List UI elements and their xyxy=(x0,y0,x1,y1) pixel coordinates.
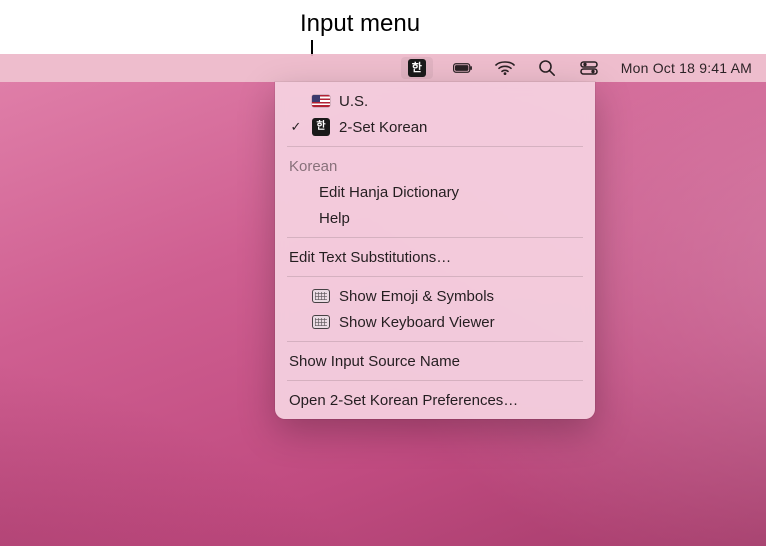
menu-separator xyxy=(287,237,583,238)
menu-separator xyxy=(287,341,583,342)
menu-separator xyxy=(287,146,583,147)
input-menu-icon[interactable]: 한 xyxy=(401,57,433,79)
keyboard-icon xyxy=(311,315,331,329)
menu-section-label: Korean xyxy=(289,158,579,175)
menu-item-label: U.S. xyxy=(339,93,579,110)
input-menu-dropdown: U.S. ✓ 한 2-Set Korean Korean Edit Hanja … xyxy=(275,82,595,419)
control-center-icon[interactable] xyxy=(579,58,599,78)
menubar-datetime[interactable]: Mon Oct 18 9:41 AM xyxy=(621,60,752,76)
menu-separator xyxy=(287,380,583,381)
menu-item-label: Open 2-Set Korean Preferences… xyxy=(289,392,579,409)
keyboard-icon xyxy=(311,289,331,303)
menu-item-text-substitutions[interactable]: Edit Text Substitutions… xyxy=(275,244,595,270)
menu-separator xyxy=(287,276,583,277)
menu-item-open-preferences[interactable]: Open 2-Set Korean Preferences… xyxy=(275,387,595,413)
wifi-icon[interactable] xyxy=(495,58,515,78)
han-icon: 한 xyxy=(408,59,426,77)
menu-section-header-korean: Korean xyxy=(275,153,595,179)
menu-item-label: Show Emoji & Symbols xyxy=(339,288,579,305)
menubar-right: 한 xyxy=(401,57,752,79)
menu-item-label: Edit Hanja Dictionary xyxy=(319,184,579,201)
input-source-us[interactable]: U.S. xyxy=(275,88,595,114)
checkmark-icon: ✓ xyxy=(289,119,303,135)
menu-item-label: 2-Set Korean xyxy=(339,119,579,136)
menu-item-show-input-source-name[interactable]: Show Input Source Name xyxy=(275,348,595,374)
input-source-2set-korean[interactable]: ✓ 한 2-Set Korean xyxy=(275,114,595,140)
menu-item-label: Show Keyboard Viewer xyxy=(339,314,579,331)
menu-item-help[interactable]: Help xyxy=(275,205,595,231)
menu-item-show-keyboard-viewer[interactable]: Show Keyboard Viewer xyxy=(275,309,595,335)
us-flag-icon xyxy=(311,95,331,107)
menu-item-label: Edit Text Substitutions… xyxy=(289,249,579,266)
menu-item-show-emoji-symbols[interactable]: Show Emoji & Symbols xyxy=(275,283,595,309)
spotlight-icon[interactable] xyxy=(537,58,557,78)
callout-label: Input menu xyxy=(300,10,420,38)
han-icon: 한 xyxy=(311,118,331,136)
menu-item-edit-hanja-dictionary[interactable]: Edit Hanja Dictionary xyxy=(275,179,595,205)
menubar: 한 xyxy=(0,54,766,82)
battery-icon[interactable] xyxy=(453,58,473,78)
menu-item-label: Show Input Source Name xyxy=(289,353,579,370)
menu-item-label: Help xyxy=(319,210,579,227)
